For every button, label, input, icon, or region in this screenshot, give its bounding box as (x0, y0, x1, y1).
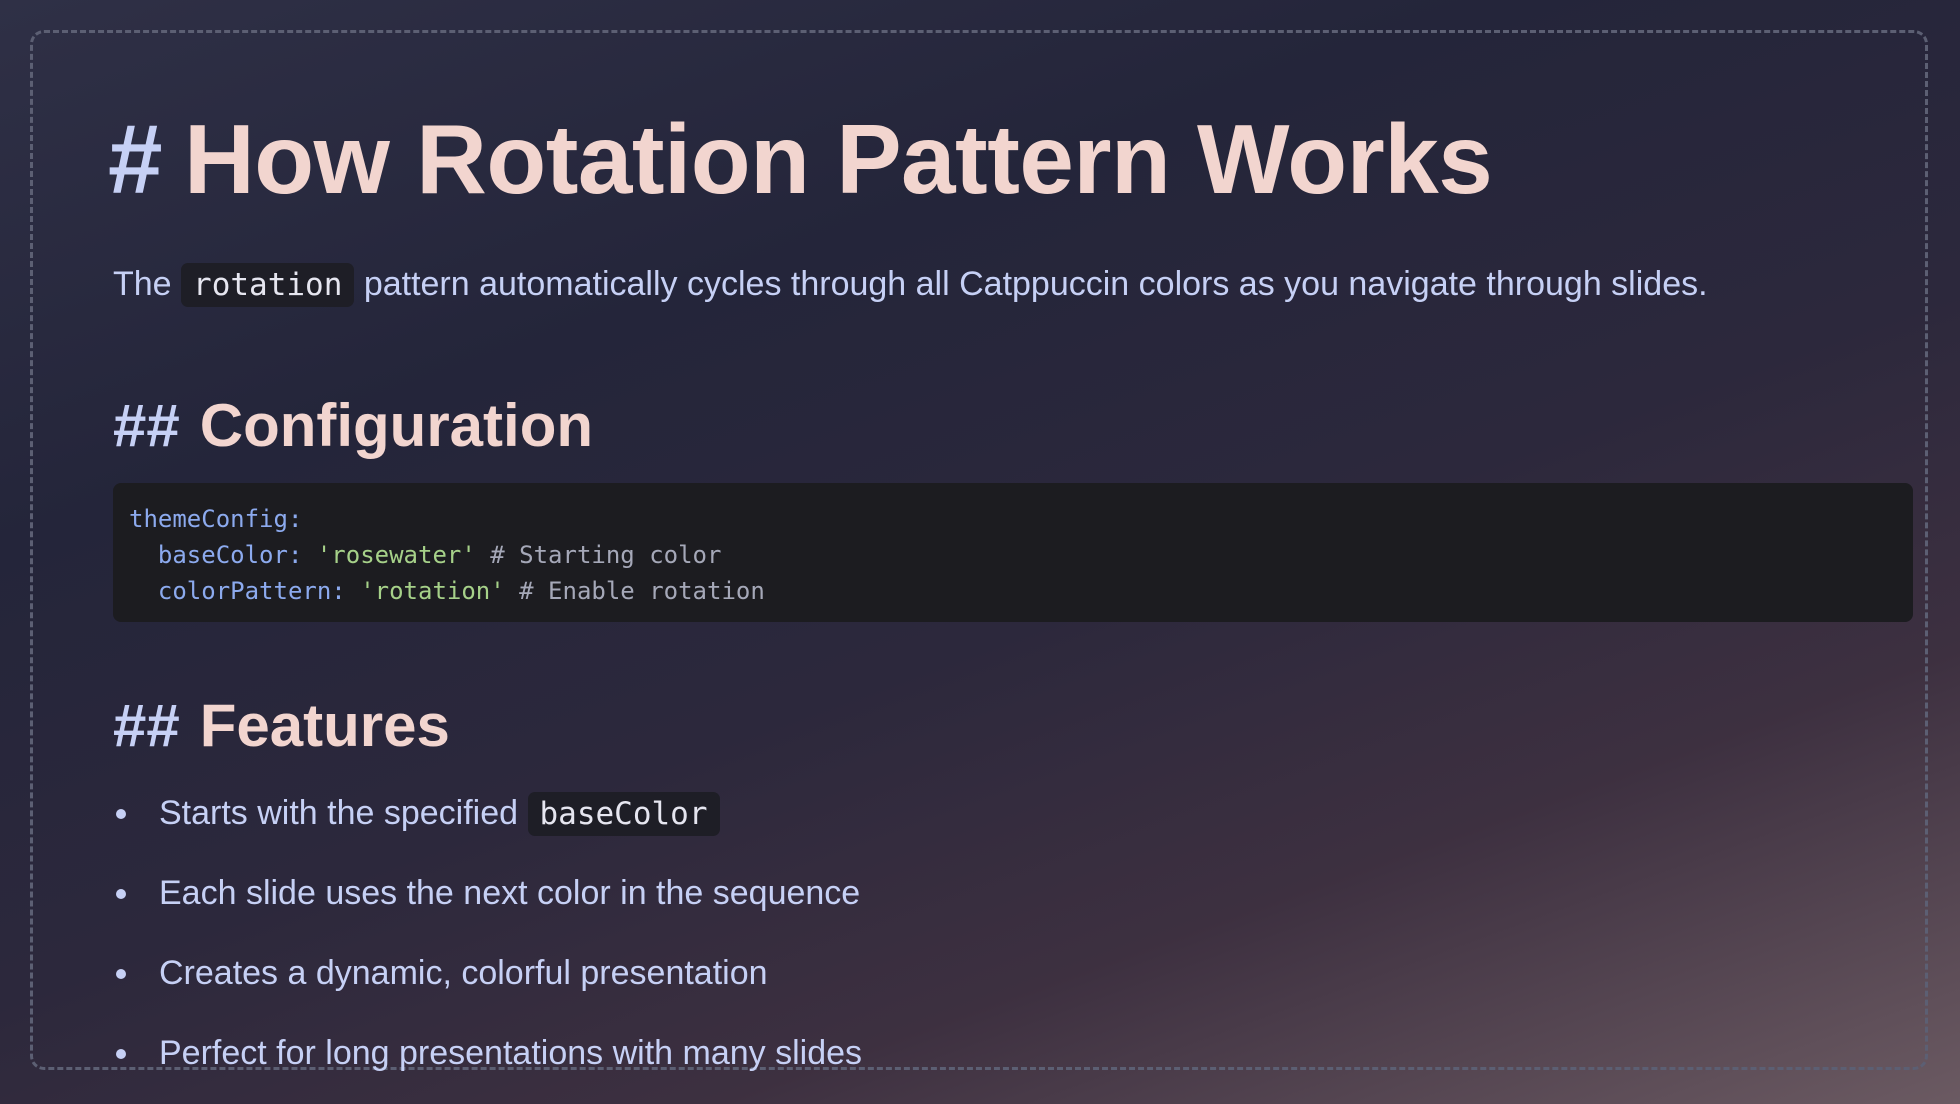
config-code-block: themeConfig: baseColor: 'rosewater' # St… (113, 483, 1913, 622)
code-colon: : (287, 505, 303, 533)
code-key: baseColor (157, 541, 288, 569)
code-string: 'rosewater' (316, 541, 476, 569)
list-item-text: Creates a dynamic, colorful presentation (159, 954, 768, 992)
list-item-text: Starts with the specified (159, 794, 519, 832)
list-item: Each slide uses the next color in the se… (113, 858, 862, 938)
code-colon: : (287, 541, 317, 569)
features-heading-text: Features (199, 692, 450, 759)
code-colon: : (331, 577, 361, 605)
features-heading: ## Features (113, 691, 450, 760)
configuration-heading: ## Configuration (113, 391, 593, 460)
code-comment: # Enable rotation (504, 577, 765, 605)
list-item-text: Each slide uses the next color in the se… (159, 874, 861, 912)
features-list: Starts with the specified baseColor Each… (113, 778, 862, 1098)
intro-inline-code: rotation (181, 263, 355, 307)
bullet-icon (116, 809, 126, 819)
bullet-icon (116, 1049, 126, 1059)
configuration-hash-marker: ## (113, 392, 180, 459)
list-item-inline-code: baseColor (527, 792, 720, 836)
list-item: Creates a dynamic, colorful presentation (113, 938, 862, 1018)
code-key: themeConfig (129, 505, 288, 533)
intro-text-before: The (113, 265, 172, 303)
code-string: 'rotation' (360, 577, 505, 605)
intro-text-after: pattern automatically cycles through all… (363, 265, 1708, 303)
list-item-text: Perfect for long presentations with many… (159, 1034, 863, 1072)
list-item: Starts with the specified baseColor (113, 778, 862, 858)
list-item: Perfect for long presentations with many… (113, 1018, 862, 1098)
slide-title: # How Rotation Pattern Works (108, 103, 1493, 216)
code-line: baseColor: 'rosewater' # Starting color (129, 537, 1897, 573)
title-hash-marker: # (108, 104, 163, 214)
intro-paragraph: The rotation pattern automatically cycle… (113, 263, 1708, 307)
code-key: colorPattern (157, 577, 332, 605)
title-text: How Rotation Pattern Works (184, 104, 1493, 214)
code-comment: # Starting color (475, 541, 722, 569)
bullet-icon (116, 889, 126, 899)
code-line: themeConfig: (129, 501, 1897, 537)
configuration-heading-text: Configuration (199, 392, 594, 459)
bullet-icon (116, 969, 126, 979)
code-line: colorPattern: 'rotation' # Enable rotati… (129, 573, 1897, 609)
features-hash-marker: ## (113, 692, 180, 759)
slide-frame: # How Rotation Pattern Works The rotation… (30, 30, 1928, 1072)
